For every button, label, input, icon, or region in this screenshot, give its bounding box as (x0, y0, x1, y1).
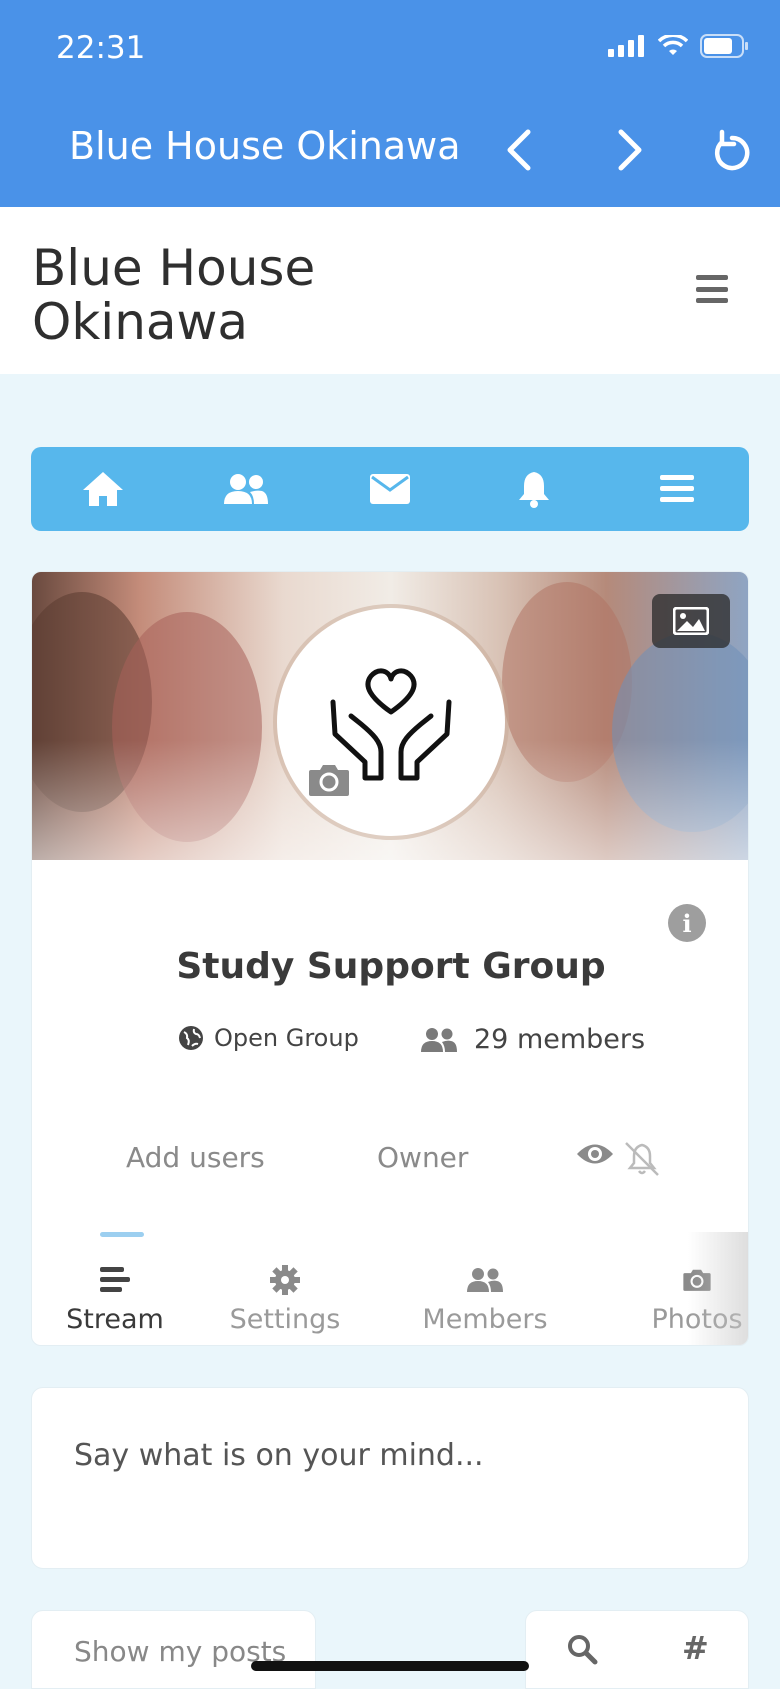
notifications-button[interactable] (504, 459, 564, 519)
follow-controls (576, 1141, 662, 1177)
tab-label: Settings (229, 1304, 341, 1335)
owner-role-button[interactable]: Owner (377, 1141, 468, 1174)
signal-icon (608, 35, 644, 57)
app-header: 22:31 Blue House Okinawa (0, 0, 780, 207)
info-icon[interactable]: i (668, 904, 706, 942)
image-icon (673, 607, 709, 635)
cover-figure (112, 612, 262, 842)
cover-figure (612, 632, 748, 832)
site-title[interactable]: Blue House Okinawa (32, 241, 392, 349)
chevron-right-icon (618, 129, 642, 171)
camera-icon (309, 765, 349, 796)
globe-icon (179, 1026, 203, 1050)
group-name: Study Support Group (176, 946, 606, 987)
users-icon (466, 1264, 504, 1296)
tabs-scroll-fade (688, 1232, 748, 1345)
search-icon[interactable] (566, 1633, 598, 1665)
home-button[interactable] (73, 459, 133, 519)
privacy-label: Open Group (214, 1024, 359, 1052)
hashtag-icon[interactable]: # (682, 1629, 709, 1667)
post-composer[interactable]: Say what is on your mind... (31, 1387, 749, 1569)
menu-line (696, 298, 728, 303)
forward-button[interactable] (604, 124, 656, 176)
group-tabs: Stream Settings Members (32, 1232, 748, 1345)
site-menu-button[interactable] (696, 275, 728, 303)
more-menu-button[interactable] (647, 459, 707, 519)
tab-members[interactable]: Members (415, 1232, 555, 1345)
group-members-count[interactable]: 29 members (420, 1024, 645, 1055)
cover-figure (502, 582, 632, 782)
home-indicator (251, 1661, 529, 1671)
envelope-icon (369, 474, 410, 504)
tab-stream[interactable]: Stream (66, 1232, 164, 1345)
menu-line (696, 275, 728, 280)
tab-label: Stream (66, 1304, 164, 1335)
add-users-button[interactable]: Add users (126, 1141, 265, 1174)
users-icon (421, 1027, 457, 1052)
site-header: Blue House Okinawa (0, 207, 780, 374)
reload-button[interactable] (704, 124, 756, 176)
change-cover-button[interactable] (652, 594, 730, 648)
group-avatar[interactable] (277, 608, 505, 836)
group-privacy: Open Group (178, 1024, 359, 1052)
menu-icon (660, 475, 695, 502)
main-nav-bar (31, 447, 749, 531)
status-icons (608, 34, 750, 58)
eye-icon[interactable] (576, 1141, 614, 1167)
reload-icon (714, 129, 750, 171)
show-my-posts-button[interactable]: Show my posts (31, 1610, 316, 1689)
bell-slash-icon[interactable] (622, 1141, 662, 1177)
browser-title: Blue House Okinawa (69, 124, 461, 168)
home-icon (82, 472, 123, 506)
change-avatar-button[interactable] (307, 762, 351, 800)
composer-placeholder: Say what is on your mind... (74, 1438, 484, 1473)
stream-icon (100, 1264, 130, 1296)
menu-line (696, 286, 728, 292)
users-icon (224, 474, 269, 504)
tab-settings[interactable]: Settings (229, 1232, 341, 1345)
bell-icon (518, 472, 549, 508)
messages-button[interactable] (360, 459, 420, 519)
chevron-left-icon (507, 129, 531, 171)
friends-button[interactable] (216, 459, 276, 519)
tab-label: Members (422, 1304, 548, 1335)
search-filter-bar: # (525, 1610, 749, 1689)
status-time: 22:31 (56, 30, 146, 66)
wifi-icon (658, 35, 688, 55)
battery-icon (700, 34, 748, 58)
group-card: i Study Support Group Open Group 29 memb… (31, 571, 749, 1346)
members-label: 29 members (474, 1024, 646, 1055)
gear-icon (270, 1264, 300, 1296)
back-button[interactable] (493, 124, 545, 176)
